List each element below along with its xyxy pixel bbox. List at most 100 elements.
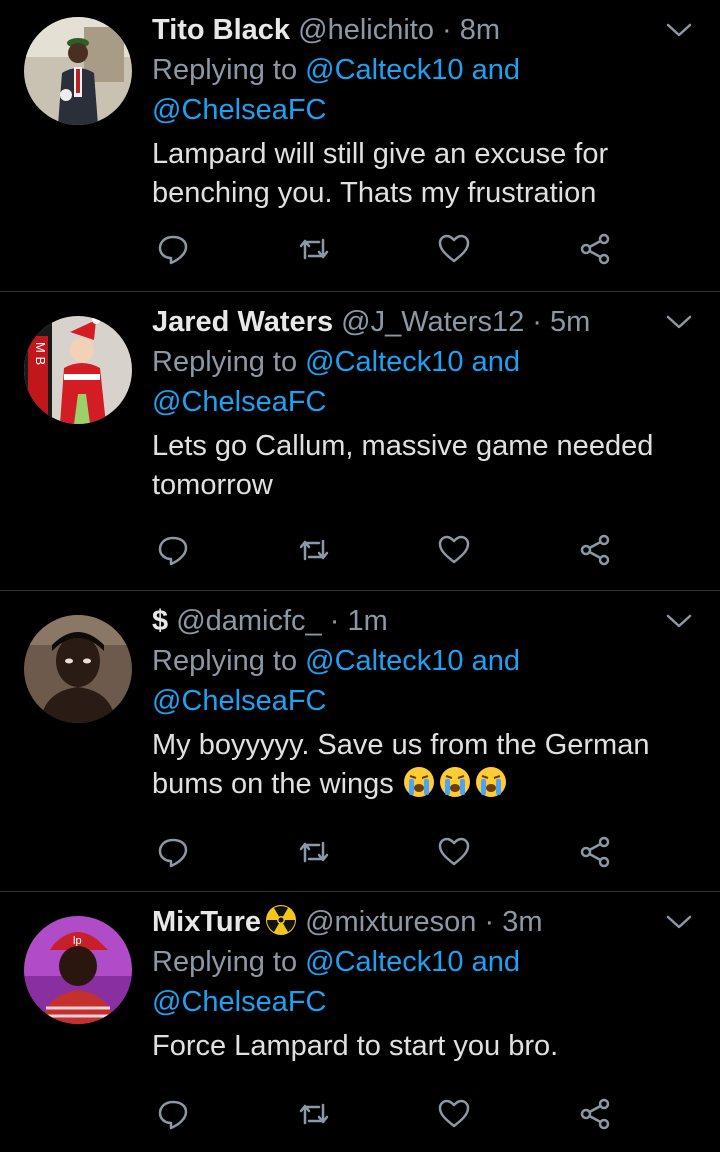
reply-mention[interactable]: @Calteck10 (305, 645, 463, 677)
tweet-text: Force Lampard to start you bro. (152, 1027, 690, 1066)
avatar[interactable]: M B (24, 316, 132, 424)
tweet-header: Tito Black @helichito · 8m (152, 10, 690, 50)
timestamp[interactable]: 3m (502, 906, 542, 938)
like-button[interactable] (437, 1097, 471, 1131)
reply-mention[interactable]: @ChelseaFC (152, 986, 327, 1018)
avatar-mixtureson-image: lp (24, 916, 132, 1024)
tweet-text: Lets go Callum, massive game needed tomo… (152, 427, 690, 505)
reply-mention[interactable]: @ChelseaFC (152, 685, 327, 717)
replying-prefix: Replying to (152, 946, 298, 978)
retweet-button[interactable] (297, 835, 331, 869)
replying-to: Replying to @Calteck10 and @ChelseaFC (152, 50, 690, 130)
retweet-button[interactable] (297, 232, 331, 266)
tweet-text-line: My boyyyyy. Save us from the German (152, 729, 650, 761)
replying-prefix: Replying to (152, 645, 298, 677)
crying-face-emoji (475, 767, 506, 797)
share-icon (580, 1098, 610, 1130)
share-icon (580, 534, 610, 566)
replying-to: Replying to @Calteck10 and @ChelseaFC (152, 942, 690, 1022)
retweet-button[interactable] (297, 533, 331, 567)
like-icon (439, 837, 470, 866)
replying-to: Replying to @Calteck10 and @ChelseaFC (152, 641, 690, 721)
separator: · (484, 906, 495, 938)
retweet-icon (299, 238, 328, 260)
timestamp[interactable]: 8m (460, 14, 500, 46)
share-button[interactable] (578, 533, 612, 567)
tweet[interactable]: lp MixTure @mixtureson · 3m Replying to … (0, 892, 720, 1152)
reply-mention[interactable]: @ChelseaFC (152, 386, 327, 418)
reply-and[interactable]: and (472, 54, 520, 86)
crying-face-emoji (403, 767, 434, 797)
like-button[interactable] (437, 533, 471, 567)
tweet-text-line: Lets go Callum, massive game needed (152, 430, 654, 462)
tweet-text-line: benching you. Thats my frustration (152, 177, 597, 209)
crying-face-emoji (439, 767, 470, 797)
tweet-text-line: tomorrow (152, 469, 273, 501)
timestamp[interactable]: 5m (550, 306, 590, 338)
tweet-header: $ @damicfc_ · 1m (152, 601, 690, 641)
display-name[interactable]: Tito Black (152, 14, 290, 46)
share-button[interactable] (578, 835, 612, 869)
user-handle[interactable]: @mixtureson (305, 906, 476, 938)
chevron-down-icon[interactable] (666, 914, 692, 930)
reply-button[interactable] (156, 533, 190, 567)
tweet-text-line: bums on the wings (152, 768, 394, 800)
reply-mention[interactable]: @ChelseaFC (152, 94, 327, 126)
chevron-down-icon[interactable] (666, 22, 692, 38)
share-icon (580, 233, 610, 265)
reply-mention[interactable]: @Calteck10 (305, 346, 463, 378)
tweet[interactable]: $ @damicfc_ · 1m Replying to @Calteck10 … (0, 591, 720, 892)
avatar[interactable] (24, 615, 132, 723)
user-handle[interactable]: @J_Waters12 (341, 306, 524, 338)
tweet-header: Jared Waters @J_Waters12 · 5m (152, 302, 690, 342)
separator: · (329, 605, 340, 637)
display-name[interactable]: $ (152, 605, 168, 637)
replying-prefix: Replying to (152, 54, 298, 86)
display-name[interactable]: Jared Waters (152, 306, 333, 338)
reply-button[interactable] (156, 835, 190, 869)
reply-button[interactable] (156, 232, 190, 266)
avatar[interactable]: lp (24, 916, 132, 1024)
reply-icon (158, 1100, 188, 1130)
display-name[interactable]: MixTure (152, 906, 261, 938)
radioactive-icon (266, 905, 297, 935)
user-handle[interactable]: @helichito (298, 14, 434, 46)
timestamp[interactable]: 1m (347, 605, 387, 637)
reply-icon (158, 838, 188, 868)
share-button[interactable] (578, 1097, 612, 1131)
reply-and[interactable]: and (472, 645, 520, 677)
svg-text:M B: M B (33, 342, 48, 365)
tweet-header: MixTure @mixtureson · 3m (152, 902, 690, 942)
reply-feed: Tito Black @helichito · 8m Replying to @… (0, 0, 720, 1152)
reply-mention[interactable]: @Calteck10 (305, 54, 463, 86)
chevron-down-icon[interactable] (666, 314, 692, 330)
reply-and[interactable]: and (472, 946, 520, 978)
share-button[interactable] (578, 232, 612, 266)
separator: · (442, 14, 452, 46)
retweet-icon (299, 539, 328, 561)
user-handle[interactable]: @damicfc_ (176, 605, 321, 637)
like-button[interactable] (437, 232, 471, 266)
tweet-actions (156, 533, 612, 567)
tweet[interactable]: M B Jared Waters @J_Waters12 · 5m Replyi… (0, 292, 720, 591)
svg-text:lp: lp (73, 935, 82, 947)
tweet-actions (156, 835, 612, 869)
like-button[interactable] (437, 835, 471, 869)
reply-button[interactable] (156, 1097, 190, 1131)
avatar-jared-waters-image: M B (24, 316, 132, 424)
tweet-text: Lampard will still give an excuse for be… (152, 135, 690, 213)
avatar[interactable] (24, 17, 132, 125)
avatar-tito-black-image (24, 17, 132, 125)
tweet-text-line: Lampard will still give an excuse for (152, 138, 609, 170)
tweet[interactable]: Tito Black @helichito · 8m Replying to @… (0, 0, 720, 292)
like-icon (439, 535, 470, 564)
replying-to: Replying to @Calteck10 and @ChelseaFC (152, 342, 690, 422)
reply-and[interactable]: and (472, 346, 520, 378)
avatar-damicfc-image (24, 615, 132, 723)
reply-mention[interactable]: @Calteck10 (305, 946, 463, 978)
tweet-actions (156, 1097, 612, 1131)
tweet-text: My boyyyyy. Save us from the German bums… (152, 726, 690, 804)
chevron-down-icon[interactable] (666, 613, 692, 629)
retweet-button[interactable] (297, 1097, 331, 1131)
reply-icon (158, 235, 188, 265)
